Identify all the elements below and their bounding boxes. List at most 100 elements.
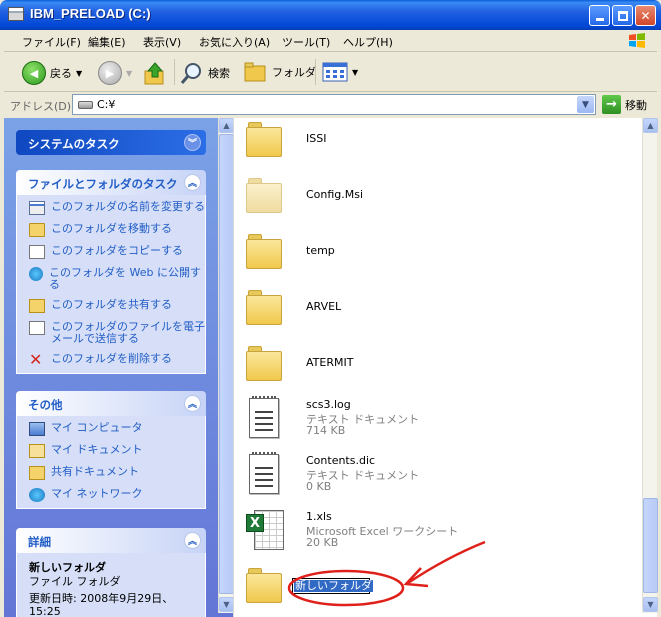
task-publish-web[interactable]: このフォルダを Web に公開する	[29, 267, 205, 291]
title-bar[interactable]: IBM_PRELOAD (C:) ✕	[0, 0, 661, 30]
my-documents-icon	[29, 444, 45, 458]
system-tasks-header[interactable]: システムのタスク ︾	[16, 130, 206, 155]
place-my-network[interactable]: マイ ネットワーク	[29, 488, 205, 502]
views-dropdown-icon: ▼	[352, 67, 359, 77]
menu-edit[interactable]: 編集(E)	[88, 34, 126, 50]
file-item[interactable]: ARVEL	[246, 286, 546, 334]
back-arrow-icon: ◀	[22, 61, 46, 85]
up-folder-button[interactable]	[144, 61, 166, 85]
address-input[interactable]: C:¥ ▼	[72, 94, 596, 115]
system-tasks-panel: システムのタスク ︾	[16, 130, 206, 155]
task-pane: システムのタスク ︾ ファイルとフォルダのタスク ︽ このフォルダの名前を変更す…	[4, 118, 233, 617]
file-name: ATERMIT	[306, 356, 354, 369]
go-label: 移動	[625, 98, 647, 112]
file-item[interactable]: temp	[246, 230, 546, 278]
task-email-files[interactable]: このフォルダのファイルを電子メールで送信する	[29, 321, 205, 345]
task-label: このフォルダの名前を変更する	[51, 200, 205, 213]
toolbar-separator	[315, 59, 316, 85]
other-places-panel: その他 ︽ マイ コンピュータ マイ ドキュメント 共有ドキュメント マイ ネッ…	[16, 391, 206, 509]
rename-input[interactable]: 新しいフォルダ	[292, 578, 373, 594]
back-dropdown-icon[interactable]: ▼	[76, 69, 82, 78]
folder-icon	[246, 122, 282, 158]
menu-tools[interactable]: ツール(T)	[282, 34, 330, 50]
address-value: C:¥	[97, 98, 116, 111]
drive-icon	[8, 7, 24, 21]
back-label: 戻る	[50, 67, 72, 80]
excel-file-icon: X	[246, 510, 286, 552]
other-places-header[interactable]: その他 ︽	[16, 391, 206, 416]
details-panel: 詳細 ︽ 新しいフォルダ ファイル フォルダ 更新日時: 2008年9月29日、…	[16, 528, 206, 617]
task-pane-scrollbar[interactable]: ▲ ▼	[218, 118, 234, 613]
place-shared-documents[interactable]: 共有ドキュメント	[29, 466, 205, 480]
close-icon: ✕	[640, 8, 651, 23]
address-label: アドレス(D)	[10, 100, 72, 113]
go-button[interactable]: → 移動	[602, 95, 647, 114]
task-share-folder[interactable]: このフォルダを共有する	[29, 299, 205, 313]
menu-help[interactable]: ヘルプ(H)	[343, 34, 393, 50]
file-tasks-title: ファイルとフォルダのタスク	[28, 177, 178, 191]
file-item[interactable]: ATERMIT	[246, 342, 546, 390]
forward-arrow-icon: ▶	[98, 61, 122, 85]
file-name: scs3.log	[306, 398, 351, 411]
go-arrow-icon: →	[602, 95, 621, 114]
task-label: このフォルダのファイルを電子メールで送信する	[51, 320, 205, 345]
place-label: 共有ドキュメント	[51, 465, 139, 478]
forward-button[interactable]: ▶ ▼	[98, 61, 132, 85]
scroll-down-icon[interactable]: ▼	[219, 597, 234, 612]
task-rename-folder[interactable]: このフォルダの名前を変更する	[29, 201, 205, 215]
file-list-scrollbar[interactable]: ▲ ▼	[642, 118, 658, 613]
back-button[interactable]: ◀ 戻る ▼	[22, 61, 82, 85]
menu-favorites[interactable]: お気に入り(A)	[199, 34, 270, 50]
file-name: Config.Msi	[306, 188, 364, 201]
collapse-chevron-icon[interactable]: ︽	[184, 395, 201, 412]
file-tasks-header[interactable]: ファイルとフォルダのタスク ︽	[16, 170, 206, 195]
network-icon	[29, 488, 45, 502]
close-button[interactable]: ✕	[635, 5, 656, 26]
minimize-button[interactable]	[589, 5, 610, 26]
file-item[interactable]: ISSI	[246, 118, 546, 166]
address-dropdown-icon[interactable]: ▼	[577, 96, 594, 113]
place-my-documents[interactable]: マイ ドキュメント	[29, 444, 205, 458]
file-item[interactable]: Config.Msi	[246, 174, 546, 222]
file-name: 1.xls	[306, 510, 332, 523]
task-copy-folder[interactable]: このフォルダをコピーする	[29, 245, 205, 259]
shared-folder-icon	[29, 466, 45, 480]
explorer-window: IBM_PRELOAD (C:) ✕ ファイル(F) 編集(E) 表示(V) お…	[0, 0, 661, 617]
menu-view[interactable]: 表示(V)	[143, 34, 181, 50]
scroll-thumb[interactable]	[643, 498, 658, 593]
copy-icon	[29, 245, 45, 259]
details-header[interactable]: 詳細 ︽	[16, 528, 206, 553]
file-name: temp	[306, 244, 335, 257]
globe-icon	[29, 267, 43, 281]
scroll-up-icon[interactable]: ▲	[643, 118, 658, 133]
new-folder-item[interactable]	[246, 564, 546, 612]
collapse-chevron-icon[interactable]: ︽	[184, 174, 201, 191]
expand-chevron-icon[interactable]: ︾	[184, 134, 201, 151]
collapse-chevron-icon[interactable]: ︽	[184, 532, 201, 549]
task-delete-folder[interactable]: ✕ このフォルダを削除する	[29, 352, 205, 368]
menu-file[interactable]: ファイル(F)	[22, 34, 81, 50]
place-label: マイ ネットワーク	[51, 487, 143, 500]
search-button[interactable]: 検索	[180, 61, 230, 85]
maximize-button[interactable]	[612, 5, 633, 26]
scroll-thumb[interactable]	[219, 134, 234, 594]
folder-icon	[246, 346, 282, 382]
drive-icon	[78, 101, 93, 109]
task-move-folder[interactable]: このフォルダを移動する	[29, 223, 205, 237]
details-title: 詳細	[28, 535, 51, 549]
task-label: このフォルダを移動する	[51, 222, 172, 235]
file-tasks-body: このフォルダの名前を変更する このフォルダを移動する このフォルダをコピーする …	[16, 195, 206, 374]
views-button[interactable]: ▼	[322, 61, 358, 83]
details-body: 新しいフォルダ ファイル フォルダ 更新日時: 2008年9月29日、15:25	[16, 553, 206, 617]
file-item[interactable]: X 1.xls Microsoft Excel ワークシート 20 KB	[246, 508, 546, 556]
place-label: マイ コンピュータ	[51, 421, 143, 434]
scroll-up-icon[interactable]: ▲	[219, 118, 234, 133]
file-item[interactable]: scs3.log テキスト ドキュメント 714 KB	[246, 396, 546, 444]
scroll-down-icon[interactable]: ▼	[643, 597, 658, 612]
forward-dropdown-icon[interactable]: ▼	[126, 69, 132, 78]
system-tasks-title: システムのタスク	[28, 137, 120, 151]
toolbar-separator	[174, 59, 175, 85]
folders-button[interactable]: フォルダ	[244, 61, 316, 83]
file-item[interactable]: Contents.dic テキスト ドキュメント 0 KB	[246, 452, 546, 500]
place-my-computer[interactable]: マイ コンピュータ	[29, 422, 205, 436]
